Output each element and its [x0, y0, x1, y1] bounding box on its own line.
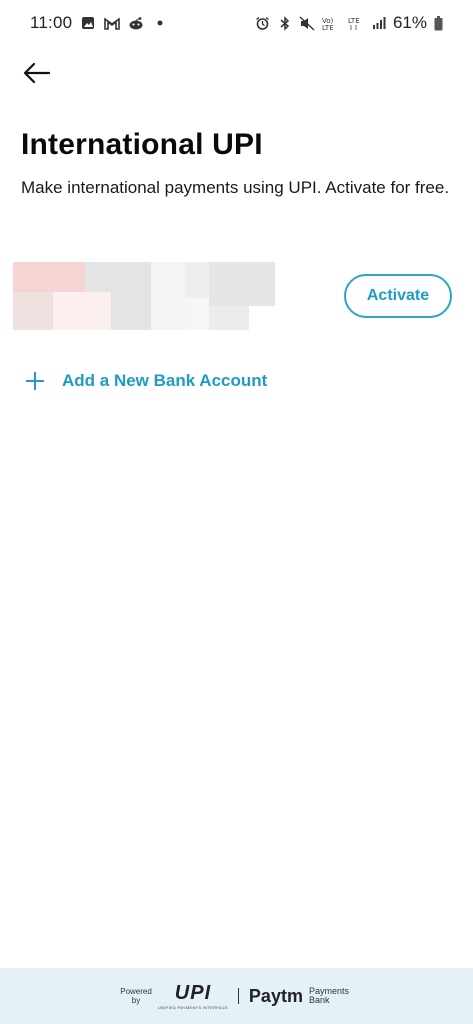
- lte-signal-icon: LTE: [347, 15, 365, 31]
- footer-branding: Powered by UPI UNIFIED PAYMENTS INTERFAC…: [0, 968, 473, 1024]
- signal-bars-icon: [371, 15, 387, 31]
- page-description: Make international payments using UPI. A…: [21, 178, 450, 197]
- plus-icon: [24, 370, 46, 392]
- bluetooth-icon: [277, 15, 293, 31]
- back-button[interactable]: [20, 56, 54, 90]
- upi-logo-subtext: UNIFIED PAYMENTS INTERFACE: [158, 1005, 228, 1010]
- add-bank-account-label: Add a New Bank Account: [62, 371, 268, 390]
- back-arrow-icon: [23, 62, 51, 84]
- activate-button[interactable]: Activate: [344, 274, 452, 318]
- status-bar: 11:00 Vo) LTE LTE 61%: [0, 0, 473, 46]
- status-bar-left: 11:00: [30, 13, 168, 33]
- status-time: 11:00: [30, 13, 73, 32]
- notification-dot-icon: [152, 15, 168, 31]
- upi-logo-text: UPI: [174, 982, 212, 1004]
- paytm-logo: Paytm: [248, 985, 303, 1006]
- upi-logo: UPI UNIFIED PAYMENTS INTERFACE: [158, 982, 228, 1010]
- powered-by-label: Powered by: [120, 987, 152, 1005]
- footer-divider: [237, 988, 239, 1004]
- battery-icon: [433, 15, 443, 31]
- battery-percent: 61%: [392, 13, 427, 32]
- redacted-bank-details: [13, 262, 275, 330]
- add-bank-account-button[interactable]: Add a New Bank Account: [24, 365, 267, 397]
- gmail-icon: [104, 15, 121, 31]
- svg-text:LTE: LTE: [322, 24, 334, 31]
- mute-icon: [299, 15, 315, 31]
- reddit-icon: [128, 15, 144, 31]
- svg-text:LTE: LTE: [348, 17, 360, 25]
- alarm-icon: [255, 15, 271, 31]
- payments-bank-label: Payments Bank: [308, 986, 349, 1005]
- volte-icon: Vo) LTE: [321, 15, 341, 31]
- gallery-icon: [80, 15, 96, 31]
- status-bar-right: Vo) LTE LTE 61%: [255, 13, 443, 33]
- bank-account-row: Activate: [13, 262, 459, 332]
- page-title: International UPI: [21, 128, 263, 161]
